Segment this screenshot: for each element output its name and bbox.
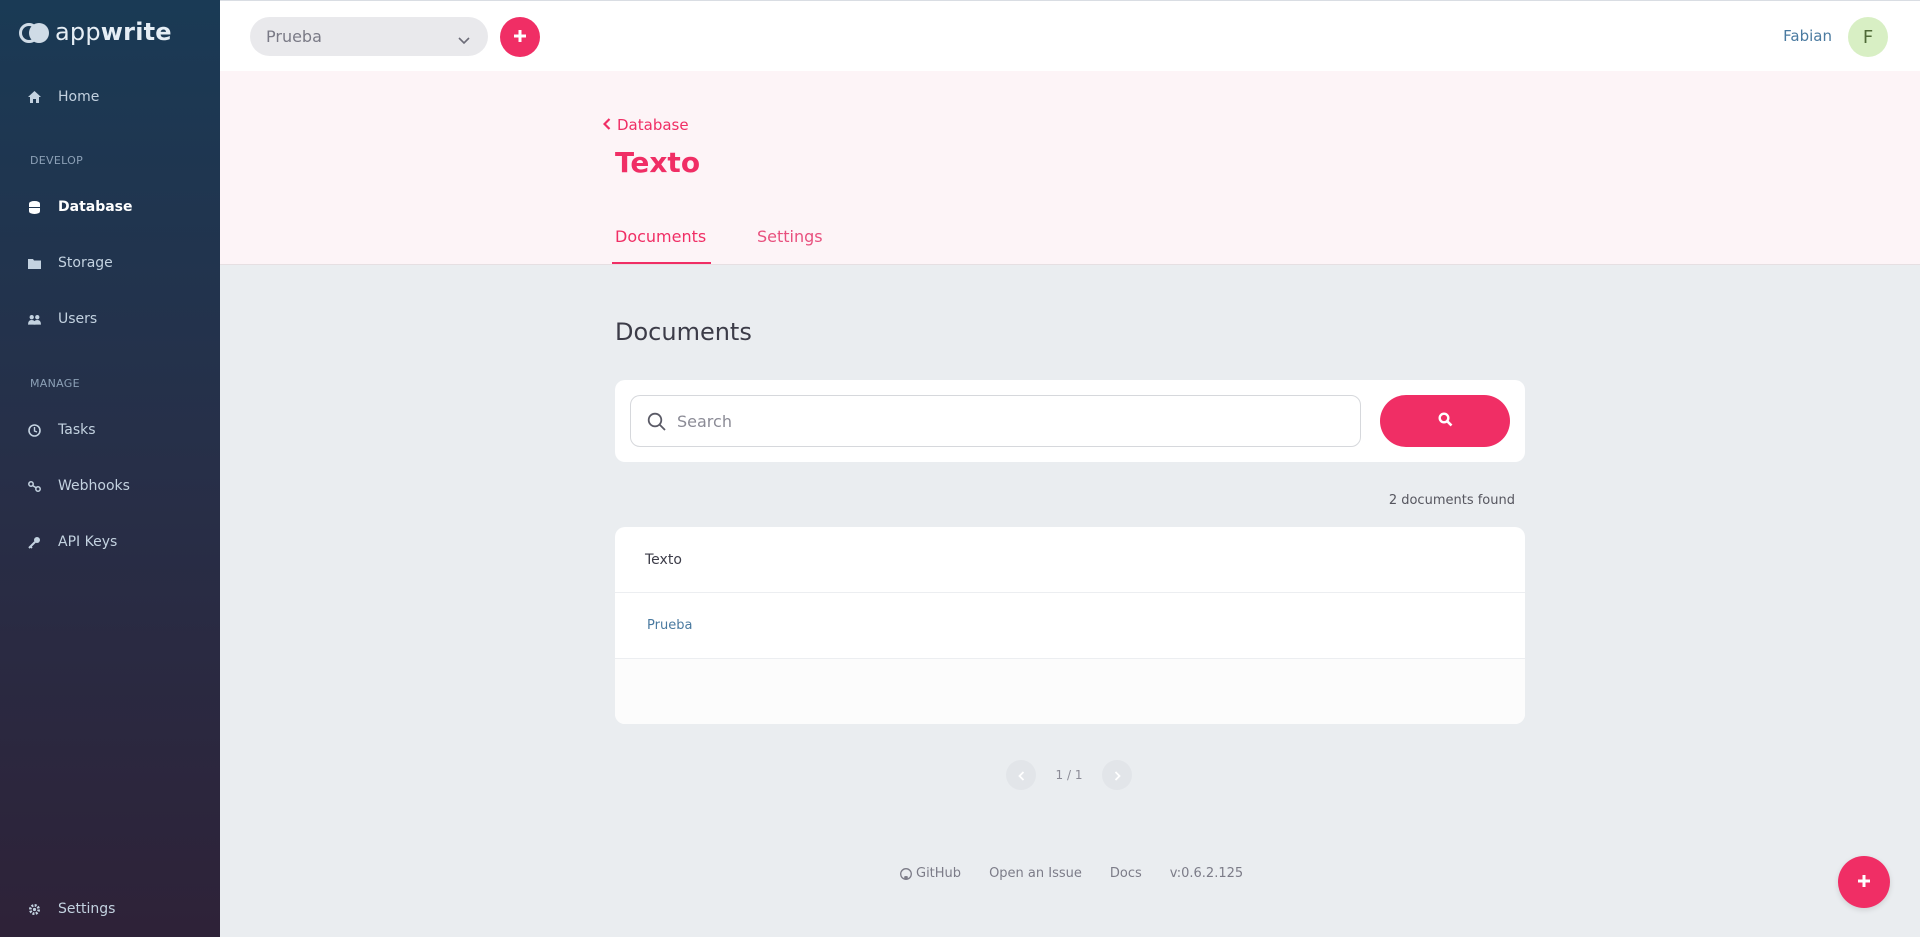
table-row-empty [615,659,1525,724]
github-icon [900,867,912,880]
open-issue-link[interactable]: Open an Issue [989,866,1082,881]
topbar: Prueba Fabian F [220,0,1920,71]
active-tab-indicator [612,262,711,264]
chevron-left-icon [1017,766,1025,785]
webhook-icon [28,480,41,493]
search-placeholder: Search [677,411,732,431]
home-icon [28,91,41,104]
sidebar-item-label: Home [58,89,100,105]
add-project-button[interactable] [500,17,540,57]
chevron-right-icon [1114,766,1121,785]
clock-icon [28,423,41,437]
project-select-value: Prueba [266,27,322,46]
sidebar-item-label: Webhooks [58,478,130,494]
plus-icon [513,28,527,47]
logo-text-light: app [55,18,101,46]
results-count: 2 documents found [1388,493,1515,508]
user-name-link[interactable]: Fabian [1783,27,1832,45]
database-icon [28,200,41,214]
github-link[interactable]: GitHub [900,866,961,881]
tab-documents[interactable]: Documents [615,227,706,246]
manage-section-label: MANAGE [30,377,80,390]
key-icon [28,536,41,549]
sidebar-item-home[interactable]: Home [28,89,99,105]
add-document-button[interactable] [1838,856,1890,908]
sidebar-item-settings[interactable]: Settings [28,901,115,917]
table-header: Texto [615,527,1525,593]
appwrite-logo[interactable]: appwrite [19,18,172,46]
folder-icon [28,257,41,270]
document-link[interactable]: Prueba [647,618,692,633]
project-select[interactable]: Prueba [250,17,488,56]
sidebar-item-label: Settings [58,901,116,917]
search-button[interactable] [1380,395,1510,447]
chevron-down-icon [458,30,470,49]
logo-text-bold: write [100,18,172,46]
breadcrumb-label: Database [617,116,689,134]
table-row[interactable]: Prueba [615,593,1525,659]
page-title: Texto [615,146,701,179]
github-label: GitHub [916,866,962,881]
documents-table: Texto Prueba [615,527,1525,724]
pagination: 1 / 1 [1006,760,1132,790]
sidebar-item-label: Tasks [58,422,96,438]
docs-link[interactable]: Docs [1110,866,1142,881]
breadcrumb-back-link[interactable]: Database [602,116,689,134]
page-indicator: 1 / 1 [1055,768,1083,782]
avatar[interactable]: F [1848,17,1888,57]
sidebar-item-label: Database [58,199,133,215]
version-label: v:0.6.2.125 [1169,866,1244,881]
sidebar-item-webhooks[interactable]: Webhooks [28,478,130,494]
chevron-left-icon [602,116,611,134]
sidebar: appwrite Home DEVELOP Database Storage U… [0,0,220,937]
collection-header: Database Texto Documents Settings [220,71,1920,265]
sidebar-item-database[interactable]: Database [28,199,133,215]
prev-page-button[interactable] [1006,760,1036,790]
next-page-button[interactable] [1102,760,1132,790]
sidebar-item-label: Storage [58,255,113,271]
logo-mark-icon [19,21,51,43]
sidebar-item-label: API Keys [58,534,118,550]
sidebar-item-users[interactable]: Users [28,311,97,327]
develop-section-label: DEVELOP [30,154,84,167]
footer: GitHub Open an Issue Docs v:0.6.2.125 [900,866,1243,881]
section-title: Documents [615,318,752,346]
plus-icon [1857,873,1871,892]
search-input[interactable]: Search [630,395,1361,447]
sidebar-item-label: Users [58,311,98,327]
tab-settings[interactable]: Settings [757,227,823,246]
search-icon [647,412,666,435]
search-icon [1437,411,1453,431]
sidebar-item-storage[interactable]: Storage [28,255,113,271]
gear-icon [28,903,41,916]
sidebar-item-tasks[interactable]: Tasks [28,422,96,438]
sidebar-item-api-keys[interactable]: API Keys [28,534,117,550]
users-icon [28,313,41,326]
search-card: Search [615,380,1525,462]
